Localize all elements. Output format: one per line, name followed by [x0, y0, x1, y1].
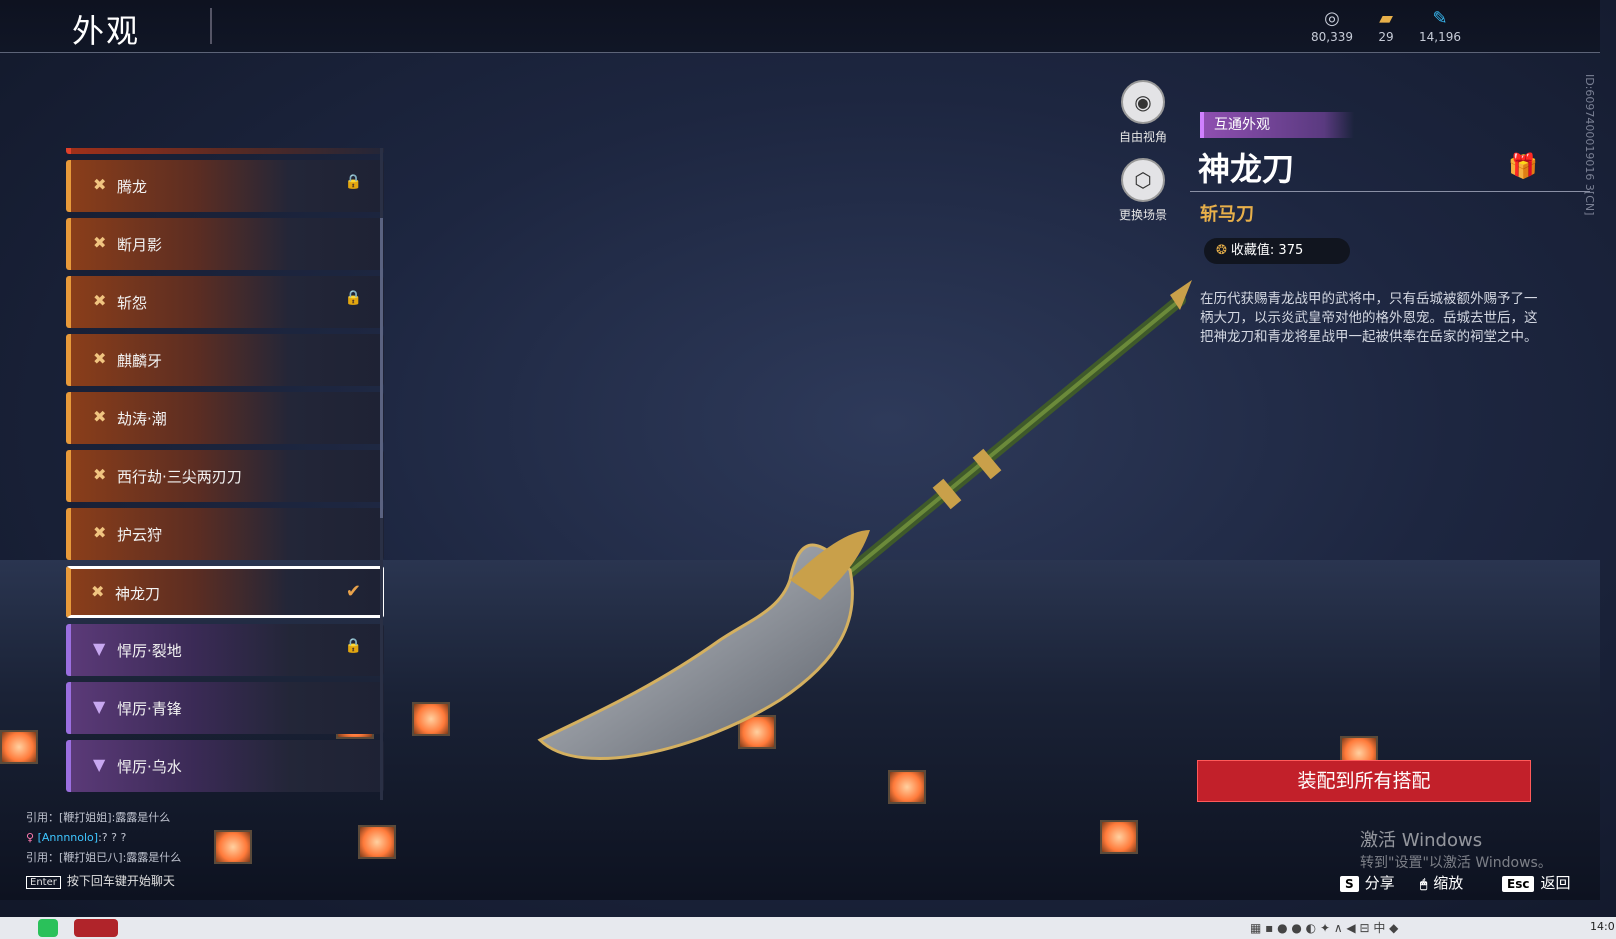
name-divider — [1190, 191, 1590, 192]
back-label: 返回 — [1540, 874, 1571, 892]
rarity-icon: ▼ — [93, 755, 106, 774]
lantern-decoration — [1100, 820, 1138, 854]
rarity-icon: ✖ — [93, 407, 107, 426]
collection-icon: ❂ — [1216, 243, 1227, 258]
list-item-selected[interactable]: ✖ 神龙刀 ✔ — [66, 566, 384, 618]
list-item-label: 断月影 — [117, 236, 163, 254]
windows-activation-hint: 转到"设置"以激活 Windows。 — [1360, 855, 1552, 871]
chat-line: 引用：[鞭打姐姐]:露露是什么 — [26, 811, 171, 824]
taskbar-clock: 14:0 — [1590, 920, 1615, 933]
lantern-decoration — [0, 730, 38, 764]
free-camera-label: 自由视角 — [1118, 130, 1167, 144]
lantern-decoration — [358, 825, 396, 859]
list-item[interactable]: ✖ 断月影 — [66, 218, 384, 270]
lock-icon: 🔒 — [344, 174, 362, 190]
shared-appearance-tag: 互通外观 — [1200, 112, 1354, 138]
chat-message: :? ? ? — [98, 831, 127, 844]
mouse-icon: 🖱 — [1420, 877, 1428, 891]
equip-all-button[interactable]: 装配到所有搭配 — [1197, 760, 1531, 802]
rarity-icon: ✖ — [93, 349, 107, 368]
scene-box-icon: ⬡ — [1121, 158, 1165, 202]
list-item[interactable]: ✖ 西行劫·三尖两刃刀 — [66, 450, 384, 502]
list-item-label: 斩怨 — [117, 294, 148, 312]
list-item-label: 腾龙 — [117, 178, 148, 196]
free-camera-button[interactable]: ◉ 自由视角 — [1108, 80, 1178, 145]
appearance-list[interactable]: ✖ 腾龙 🔒 ✖ 断月影 ✖ 斩怨 🔒 ✖ 麒麟牙 ✖ 劫涛·潮 ✖ 西行劫·三… — [66, 148, 384, 800]
list-item[interactable]: ✖ 护云狩 — [66, 508, 384, 560]
list-item[interactable]: ✖ 腾龙 🔒 — [66, 160, 384, 212]
list-item-label: 悍厉·裂地 — [117, 642, 182, 660]
hotkey-back[interactable]: Esc 返回 — [1502, 872, 1570, 893]
list-item[interactable]: ▼ 悍厉·青锋 — [66, 682, 384, 734]
item-name: 神龙刀 — [1198, 150, 1295, 188]
lock-icon: 🔒 — [344, 290, 362, 306]
list-item-label: 护云狩 — [117, 526, 163, 544]
hotkey-zoom[interactable]: 🖱 缩放 — [1420, 872, 1463, 893]
chat-box: 引用：[鞭打姐姐]:露露是什么 ♀ [Annnnolo]:? ? ? 引用：[鞭… — [26, 808, 256, 868]
share-label: 分享 — [1364, 874, 1395, 892]
share-key: S — [1340, 876, 1359, 892]
list-item-label: 西行劫·三尖两刃刀 — [117, 468, 242, 486]
list-item[interactable] — [66, 148, 384, 154]
esc-key: Esc — [1502, 876, 1535, 892]
rarity-icon: ✖ — [93, 175, 107, 194]
top-bar: 外观 ◎ 80,339 ▰ 29 ✎ 14,196 — [0, 0, 1600, 53]
currency-value: 29 — [1378, 30, 1394, 44]
wechat-icon[interactable] — [38, 919, 58, 937]
list-scroll-thumb[interactable] — [380, 218, 383, 518]
chat-hint[interactable]: Enter 按下回车键开始聊天 — [26, 872, 175, 889]
item-description: 在历代获赐青龙战甲的武将中，只有岳城被额外赐予了一柄大刀，以示炎武皇帝对他的格外… — [1200, 291, 1538, 345]
rarity-icon: ✖ — [91, 582, 105, 601]
list-item-label: 劫涛·潮 — [117, 410, 167, 428]
chat-line: ♀ [Annnnolo]:? ? ? — [26, 828, 256, 848]
lock-icon: 🔒 — [344, 638, 362, 654]
chat-player-name[interactable]: [Annnnolo] — [38, 831, 99, 844]
item-type: 斩马刀 — [1200, 204, 1254, 225]
rarity-icon: ✖ — [93, 465, 107, 484]
rarity-icon: ▼ — [93, 639, 106, 658]
list-item[interactable]: ✖ 麒麟牙 — [66, 334, 384, 386]
change-scene-label: 更换场景 — [1118, 208, 1167, 222]
rarity-icon: ✖ — [93, 233, 107, 252]
camera-icon: ◉ — [1121, 80, 1165, 124]
taskbar: ▦ ▪ ● ● ◐ ✦ ∧ ◀ ⊟ 中 ◆ — [0, 917, 1616, 939]
enter-key: Enter — [26, 876, 61, 889]
list-item-label: 神龙刀 — [115, 585, 161, 603]
weapon-preview[interactable] — [520, 280, 1200, 820]
page-title: 外观 — [72, 12, 141, 50]
list-item-label: 悍厉·乌水 — [117, 758, 182, 776]
list-item-label: 悍厉·青锋 — [117, 700, 182, 718]
windows-activation-watermark: 激活 Windows — [1360, 830, 1483, 851]
rarity-icon: ✖ — [93, 523, 107, 542]
list-item-label: 麒麟牙 — [117, 352, 163, 370]
list-item[interactable]: ✖ 斩怨 🔒 — [66, 276, 384, 328]
chat-line: 引用：[鞭打姐已八]:露露是什么 — [26, 851, 182, 864]
list-item[interactable]: ✖ 劫涛·潮 — [66, 392, 384, 444]
zoom-label: 缩放 — [1433, 874, 1464, 892]
feather-icon: ✎ — [1432, 8, 1448, 29]
change-scene-button[interactable]: ⬡ 更换场景 — [1108, 158, 1178, 223]
game-app-icon[interactable] — [74, 919, 118, 937]
collection-value: 收藏值: 375 — [1230, 243, 1304, 258]
chat-hint-label: 按下回车键开始聊天 — [66, 874, 175, 888]
vertical-id: ID:6097400019016 3[CN] — [1583, 74, 1596, 216]
list-item[interactable]: ▼ 悍厉·乌水 — [66, 740, 384, 792]
currency-feather: ✎ 14,196 — [1400, 8, 1480, 44]
tray-icons[interactable]: ▦ ▪ ● ● ◐ ✦ ∧ ◀ ⊟ 中 ◆ — [1250, 919, 1550, 937]
checkmark-icon: ✔ — [345, 581, 361, 602]
hotkey-share[interactable]: S 分享 — [1340, 872, 1395, 893]
gift-icon[interactable]: 🎁 — [1508, 152, 1538, 180]
rarity-icon: ✖ — [93, 291, 107, 310]
rarity-icon: ▼ — [93, 697, 106, 716]
lantern-decoration — [412, 702, 450, 736]
female-icon: ♀ — [26, 831, 35, 844]
collection-value-badge: ❂ 收藏值: 375 — [1204, 238, 1350, 264]
list-item[interactable]: ▼ 悍厉·裂地 🔒 — [66, 624, 384, 676]
currency-value: 14,196 — [1419, 30, 1461, 44]
title-divider — [210, 8, 212, 44]
